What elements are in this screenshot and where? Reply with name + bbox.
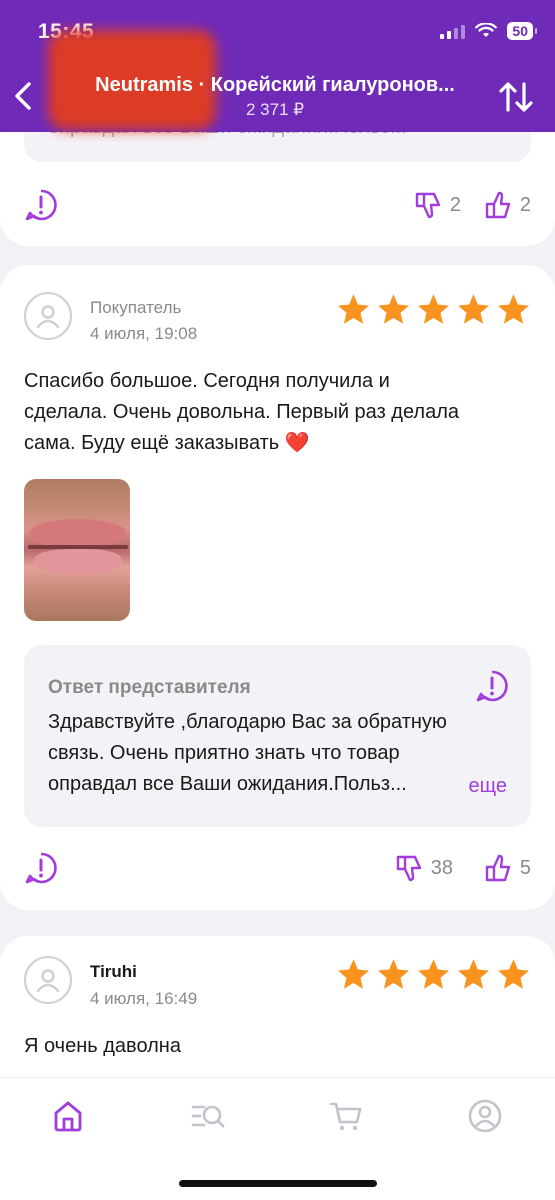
star-icon	[338, 959, 369, 989]
star-icon	[338, 294, 369, 324]
status-icons: 50	[440, 22, 537, 40]
thumbs-up-icon	[485, 191, 511, 219]
like-count: 2	[519, 193, 531, 216]
cart-icon[interactable]	[328, 1098, 364, 1134]
review-text-line: сделала. Очень довольна. Первый раз дела…	[24, 401, 460, 423]
dislike-button[interactable]: 2	[414, 190, 461, 220]
app-header: 15:45 50 Neutramis · Корейский гиалуроно…	[0, 0, 555, 132]
catalog-search-icon[interactable]	[190, 1098, 226, 1134]
dislike-count: 2	[449, 193, 461, 216]
star-icon	[458, 294, 489, 324]
star-icon	[378, 294, 409, 324]
review-text: Спасибо большое. Сегодня получила и сдел…	[24, 366, 531, 459]
reply-text-line: оправдал все Ваши ожидания.Польз...	[48, 773, 407, 795]
sort-icon[interactable]	[497, 78, 535, 116]
battery-indicator: 50	[507, 22, 537, 40]
back-arrow-icon[interactable]	[10, 78, 38, 114]
home-indicator	[179, 1180, 377, 1187]
review-text-line: сама. Буду ещё заказывать ❤️	[24, 432, 310, 454]
like-button[interactable]: 2	[484, 190, 531, 220]
rating-stars	[336, 292, 531, 327]
previous-review-actions: 2 2	[24, 186, 531, 226]
report-icon[interactable]	[475, 669, 509, 703]
avatar	[24, 292, 72, 340]
star-icon	[418, 959, 449, 989]
review-photo[interactable]	[24, 479, 130, 621]
review-text-line: Спасибо большое. Сегодня получила и	[24, 370, 390, 392]
thumbs-down-icon	[415, 192, 441, 219]
report-icon[interactable]	[24, 188, 58, 222]
like-button[interactable]: 5	[484, 853, 531, 883]
dislike-button[interactable]: 38	[395, 853, 453, 883]
review-author: Покупатель	[90, 298, 182, 317]
product-title: Neutramis · Корейский гиалуронов...	[95, 74, 455, 96]
review-text: Я очень даволна	[24, 1035, 181, 1057]
report-icon[interactable]	[24, 851, 58, 885]
wifi-icon	[475, 23, 498, 37]
star-icon	[378, 959, 409, 989]
user-avatar-icon	[36, 969, 60, 993]
product-price: 2 371 ₽	[245, 100, 305, 119]
cellular-signal-icon	[440, 23, 466, 39]
heart-emoji: ❤️	[284, 432, 310, 454]
reply-title: Ответ представителя	[48, 677, 251, 698]
dislike-count: 38	[430, 856, 453, 879]
review-author: Tiruhi	[90, 962, 137, 981]
review-actions: 38 5	[24, 849, 531, 889]
reply-text-line: связь. Очень приятно знать что товар	[48, 742, 400, 764]
seller-reply-box: Ответ представителя Здравствуйте ,благод…	[24, 645, 531, 827]
thumbs-down-icon	[396, 855, 421, 882]
reply-text-line: Здравствуйте ,благодарю Вас за обратную	[48, 711, 447, 733]
star-icon	[498, 294, 529, 324]
home-icon[interactable]	[50, 1098, 86, 1134]
rating-stars	[336, 957, 531, 992]
profile-icon[interactable]	[467, 1098, 503, 1134]
like-count: 5	[519, 856, 531, 879]
review-card: Покупатель 4 июля, 19:08 Спасибо большое…	[0, 265, 555, 910]
show-more-link[interactable]: еще	[469, 775, 507, 798]
thumbs-up-icon	[485, 854, 511, 882]
reply-text: Здравствуйте ,благодарю Вас за обратную …	[48, 707, 509, 800]
star-icon	[418, 294, 449, 324]
avatar	[24, 956, 72, 1004]
star-icon	[458, 959, 489, 989]
user-avatar-icon	[36, 305, 60, 329]
review-date: 4 июля, 19:08	[90, 324, 198, 343]
review-date: 4 июля, 16:49	[90, 989, 198, 1008]
star-icon	[498, 959, 529, 989]
